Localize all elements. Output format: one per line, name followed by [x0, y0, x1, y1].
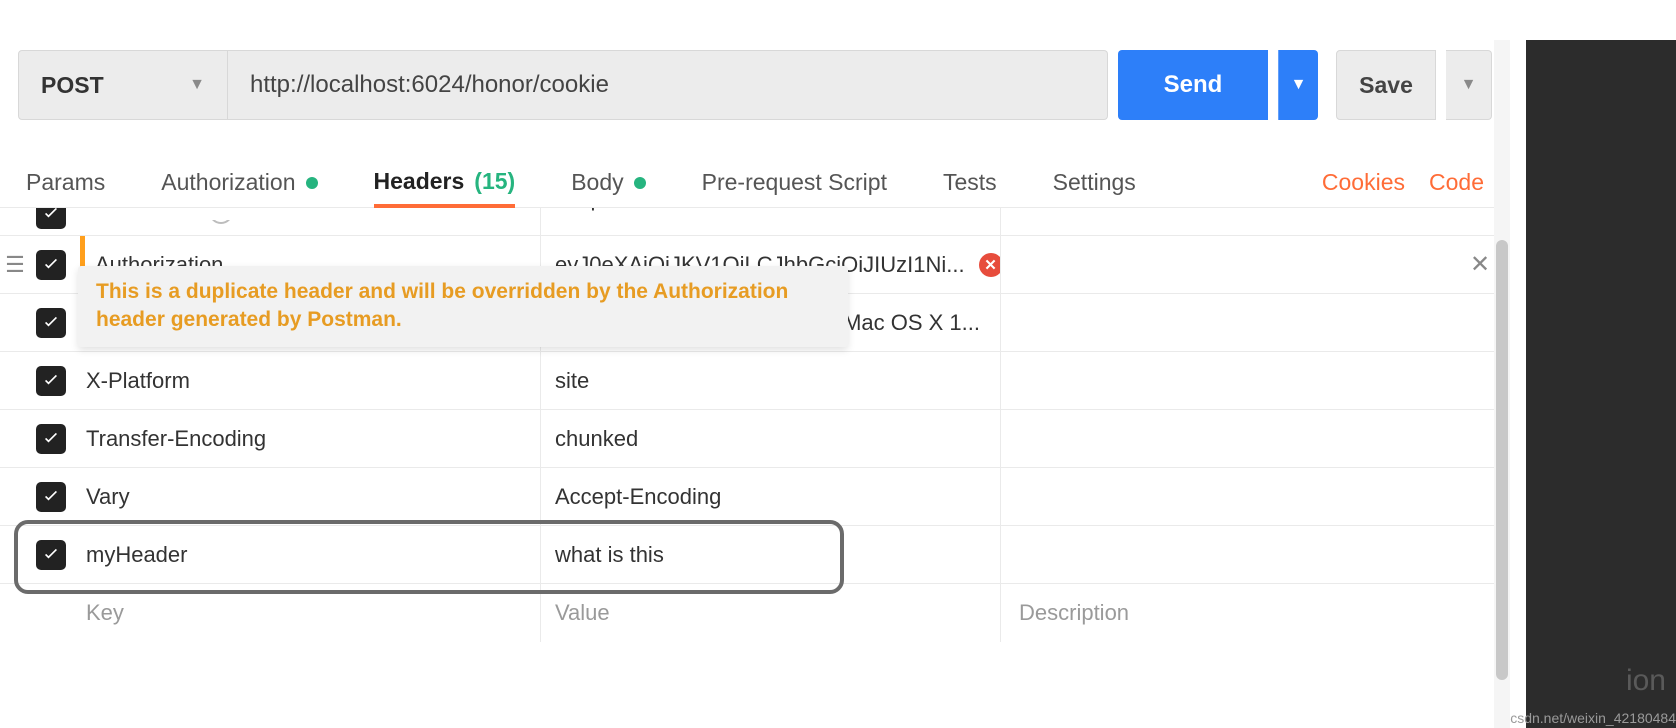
header-value-cell[interactable]: site: [540, 352, 1000, 409]
table-row: Connection i keep-alive: [0, 208, 1510, 236]
header-desc-cell[interactable]: [1000, 526, 1450, 583]
header-desc-cell[interactable]: [1000, 208, 1450, 235]
key-placeholder[interactable]: Key: [80, 600, 540, 626]
row-checkbox[interactable]: [36, 540, 66, 570]
header-value-cell[interactable]: Accept-Encoding: [540, 468, 1000, 525]
table-row: Transfer-Encoding chunked: [0, 410, 1510, 468]
request-tabs: Params Authorization Headers (15) Body P…: [0, 158, 1510, 208]
check-icon: [41, 208, 61, 224]
tab-params[interactable]: Params: [26, 158, 105, 208]
dark-side-strip: ion: [1526, 40, 1676, 728]
header-key-cell[interactable]: Vary: [80, 484, 540, 510]
cookies-link[interactable]: Cookies: [1322, 169, 1405, 196]
header-desc-cell[interactable]: [1000, 236, 1450, 293]
duplicate-header-tooltip: This is a duplicate header and will be o…: [78, 266, 848, 347]
right-links: Cookies Code: [1322, 169, 1484, 196]
check-icon: [41, 313, 61, 333]
drag-handle-icon[interactable]: ☰: [0, 252, 30, 278]
row-checkbox[interactable]: [36, 250, 66, 280]
check-icon: [41, 255, 61, 275]
check-icon: [41, 545, 61, 565]
vertical-scrollbar[interactable]: [1494, 40, 1510, 728]
header-desc-cell[interactable]: [1000, 410, 1450, 467]
error-icon: ✕: [979, 253, 1000, 277]
row-checkbox[interactable]: [36, 482, 66, 512]
main-area: POST ▼ http://localhost:6024/honor/cooki…: [0, 40, 1510, 728]
header-desc-cell[interactable]: [1000, 468, 1450, 525]
caret-down-icon: ▼: [189, 76, 205, 94]
http-method-select[interactable]: POST ▼: [18, 50, 228, 120]
headers-table: Connection i keep-alive ☰ Authorization …: [0, 208, 1510, 642]
http-method-label: POST: [41, 72, 104, 99]
description-placeholder[interactable]: Description: [1000, 584, 1450, 642]
tab-tests[interactable]: Tests: [943, 158, 997, 208]
save-button[interactable]: Save: [1336, 50, 1436, 120]
table-row: X-Platform site: [0, 352, 1510, 410]
code-link[interactable]: Code: [1429, 169, 1484, 196]
save-dropdown-button[interactable]: ▼: [1446, 50, 1492, 120]
tab-body[interactable]: Body: [571, 158, 645, 208]
header-desc-cell[interactable]: [1000, 352, 1450, 409]
send-button[interactable]: Send: [1118, 50, 1268, 120]
tab-settings[interactable]: Settings: [1053, 158, 1136, 208]
send-dropdown-button[interactable]: ▼: [1278, 50, 1318, 120]
header-value-cell[interactable]: what is this: [540, 526, 1000, 583]
send-label: Send: [1164, 71, 1223, 99]
save-label: Save: [1359, 72, 1413, 99]
status-dot-icon: [306, 177, 318, 189]
table-row: myHeader what is this: [0, 526, 1510, 584]
caret-down-icon: ▼: [1291, 76, 1307, 94]
row-checkbox[interactable]: [36, 424, 66, 454]
header-desc-cell[interactable]: [1000, 294, 1450, 351]
header-key-cell[interactable]: myHeader: [80, 542, 540, 568]
header-value-cell[interactable]: chunked: [540, 410, 1000, 467]
row-checkbox[interactable]: [36, 208, 66, 229]
value-placeholder[interactable]: Value: [540, 584, 1000, 642]
request-bar: POST ▼ http://localhost:6024/honor/cooki…: [0, 40, 1510, 130]
info-icon: i: [209, 220, 233, 224]
table-row: Vary Accept-Encoding: [0, 468, 1510, 526]
url-input[interactable]: http://localhost:6024/honor/cookie: [228, 50, 1108, 120]
check-icon: [41, 429, 61, 449]
tab-authorization[interactable]: Authorization: [161, 158, 317, 208]
status-dot-icon: [634, 177, 646, 189]
header-key-cell[interactable]: Transfer-Encoding: [80, 426, 540, 452]
new-header-row[interactable]: Key Value Description: [0, 584, 1510, 642]
url-text: http://localhost:6024/honor/cookie: [250, 71, 609, 99]
tab-prerequest[interactable]: Pre-request Script: [702, 158, 887, 208]
row-checkbox[interactable]: [36, 308, 66, 338]
header-key-cell[interactable]: Connection i: [80, 220, 540, 224]
header-key-cell[interactable]: X-Platform: [80, 368, 540, 394]
tab-headers[interactable]: Headers (15): [374, 158, 516, 208]
check-icon: [41, 487, 61, 507]
header-value-cell[interactable]: keep-alive: [540, 208, 1000, 235]
caret-down-icon: ▼: [1461, 76, 1477, 94]
check-icon: [41, 371, 61, 391]
background-text: ion: [1626, 664, 1666, 698]
row-checkbox[interactable]: [36, 366, 66, 396]
scrollbar-thumb[interactable]: [1496, 240, 1508, 680]
